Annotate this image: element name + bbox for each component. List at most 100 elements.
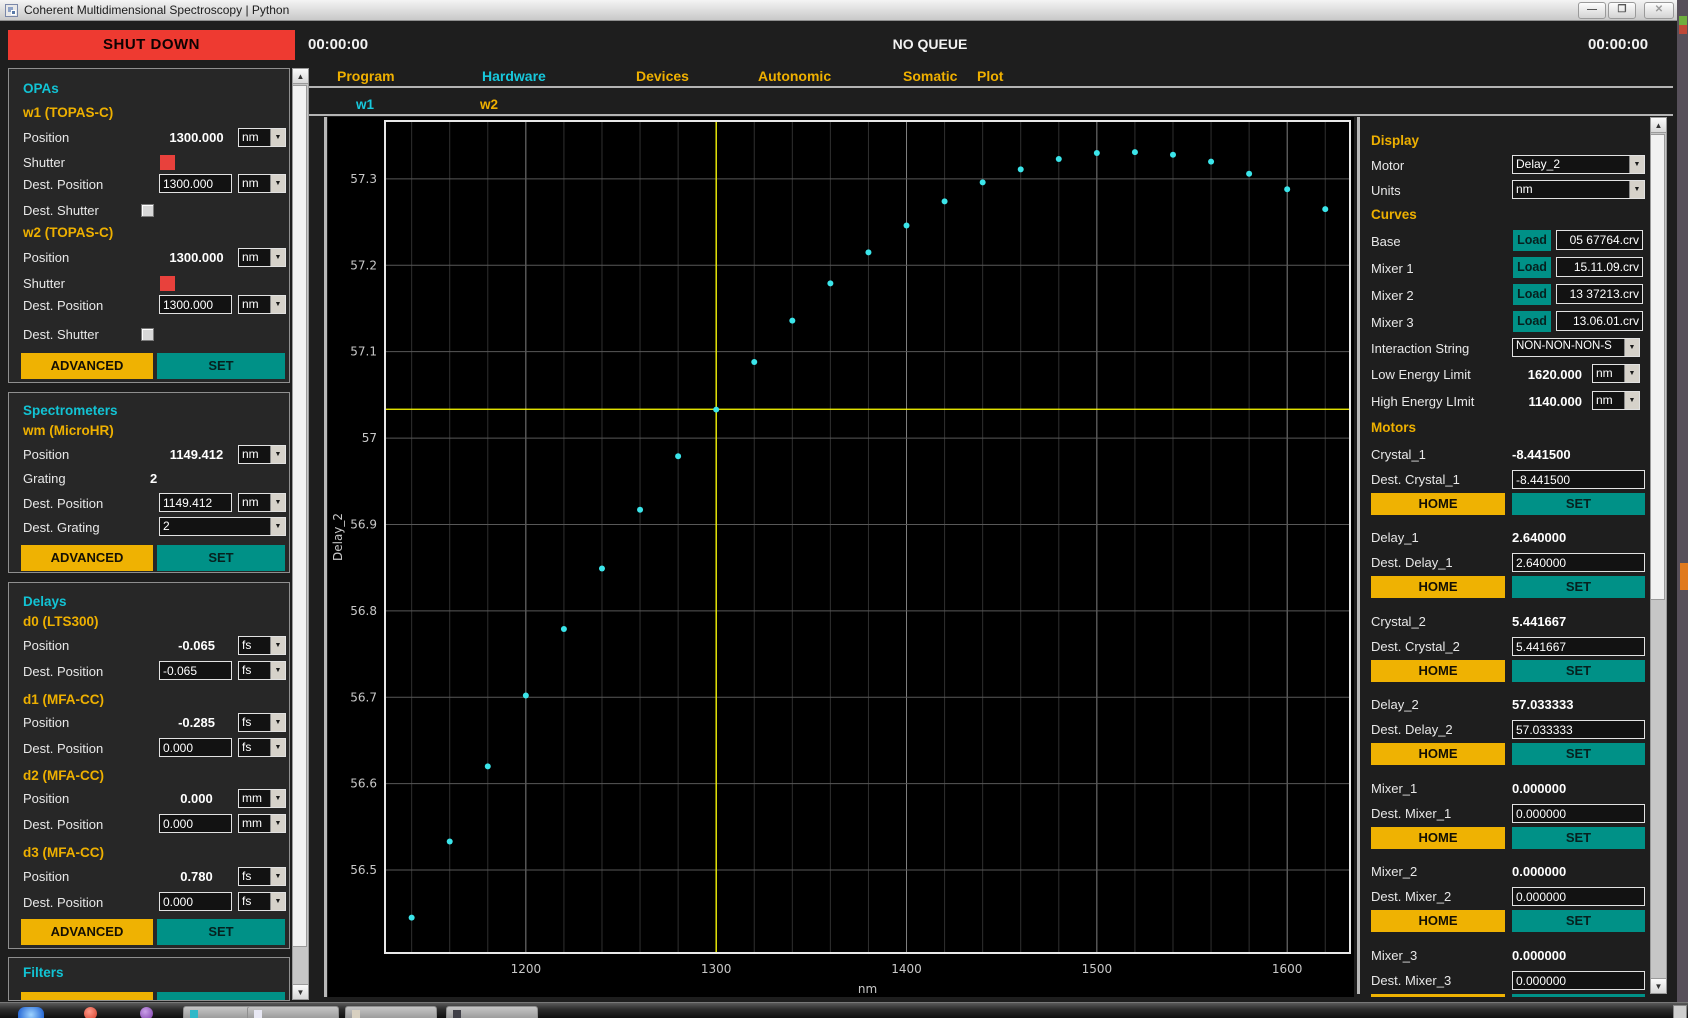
motor-dropdown[interactable]: Delay_2 ▼ xyxy=(1512,155,1645,174)
set-button[interactable]: SET xyxy=(1512,743,1645,765)
position-unit-dropdown[interactable]: fs ▼ xyxy=(238,867,286,886)
home-button[interactable]: HOME xyxy=(1371,743,1505,765)
tab-somatic[interactable]: Somatic xyxy=(903,68,957,84)
interaction-string-dropdown[interactable]: NON-NON-NON-S ▼ xyxy=(1512,338,1640,357)
subtab-w1[interactable]: w1 xyxy=(356,97,374,112)
dest-unit-dropdown[interactable]: nm ▼ xyxy=(238,295,286,314)
left-scrollbar-thumb[interactable] xyxy=(292,85,307,947)
home-button[interactable]: HOME xyxy=(1371,493,1505,515)
tab-program[interactable]: Program xyxy=(337,68,395,84)
data-point xyxy=(447,839,453,845)
advanced-button[interactable]: ADVANCED xyxy=(21,545,153,571)
home-button[interactable] xyxy=(1371,994,1505,997)
set-button[interactable]: SET xyxy=(1512,493,1645,515)
x-axis-label: nm xyxy=(858,982,877,996)
dest-position-input[interactable] xyxy=(159,738,232,757)
load-button[interactable]: Load xyxy=(1513,284,1551,305)
home-button[interactable]: HOME xyxy=(1371,660,1505,682)
plot-canvas[interactable]: 1200130014001500160056.556.656.756.856.9… xyxy=(328,117,1354,997)
shutter-indicator[interactable] xyxy=(160,276,175,291)
curve-file-mixer2[interactable]: 13 37213.crv xyxy=(1556,284,1643,304)
position-unit-dropdown[interactable]: nm ▼ xyxy=(238,445,286,464)
set-button[interactable] xyxy=(1512,994,1645,997)
advanced-button[interactable]: ADVANCED xyxy=(21,353,153,379)
load-button[interactable]: Load xyxy=(1513,311,1551,332)
dest-position-input[interactable] xyxy=(159,892,232,911)
set-button[interactable] xyxy=(157,992,285,1001)
high-energy-unit-dropdown[interactable]: nm ▼ xyxy=(1592,391,1640,410)
motor-dest-input[interactable] xyxy=(1512,470,1645,489)
set-button[interactable]: SET xyxy=(157,545,285,571)
position-unit-dropdown[interactable]: nm ▼ xyxy=(238,248,286,267)
low-energy-unit-dropdown[interactable]: nm ▼ xyxy=(1592,364,1640,383)
shutter-indicator[interactable] xyxy=(160,155,175,170)
dest-position-input[interactable] xyxy=(159,295,232,314)
load-button[interactable]: Load xyxy=(1513,257,1551,278)
dest-shutter-checkbox[interactable] xyxy=(141,204,154,217)
set-button[interactable]: SET xyxy=(1512,660,1645,682)
advanced-button[interactable]: ADVANCED xyxy=(21,919,153,945)
motor-value: Delay_2 xyxy=(1513,156,1629,173)
taskbar-app-red-icon[interactable] xyxy=(84,1007,97,1018)
close-button-icon[interactable]: ✕ xyxy=(1644,2,1674,19)
load-button[interactable]: Load xyxy=(1513,230,1551,251)
taskbar-app-purple-icon[interactable] xyxy=(140,1007,153,1018)
show-desktop-button[interactable] xyxy=(1673,1005,1687,1018)
set-button[interactable]: SET xyxy=(1512,576,1645,598)
dest-unit-dropdown[interactable]: fs ▼ xyxy=(238,892,286,911)
units-dropdown[interactable]: nm ▼ xyxy=(1512,180,1645,199)
shutdown-button[interactable]: SHUT DOWN xyxy=(8,30,295,60)
set-button[interactable]: SET xyxy=(1512,827,1645,849)
taskbar-window-button[interactable] xyxy=(345,1006,437,1018)
tab-hardware[interactable]: Hardware xyxy=(482,68,546,84)
scroll-down-icon[interactable]: ▼ xyxy=(1650,978,1667,994)
restore-button-icon[interactable]: ❐ xyxy=(1608,2,1636,19)
home-button[interactable]: HOME xyxy=(1371,827,1505,849)
set-button[interactable]: SET xyxy=(157,919,285,945)
motor-dest-input[interactable] xyxy=(1512,971,1645,990)
taskbar[interactable] xyxy=(0,1002,1688,1018)
titlebar[interactable]: Coherent Multidimensional Spectroscopy |… xyxy=(0,0,1677,21)
scroll-up-icon[interactable]: ▲ xyxy=(292,68,309,84)
motor-dest-input[interactable] xyxy=(1512,553,1645,572)
taskbar-window-button[interactable] xyxy=(247,1006,339,1018)
dest-unit-dropdown[interactable]: nm ▼ xyxy=(238,174,286,193)
motor-dest-input[interactable] xyxy=(1512,720,1645,739)
tab-devices[interactable]: Devices xyxy=(636,68,689,84)
subtab-w2[interactable]: w2 xyxy=(480,97,498,112)
dest-unit-dropdown[interactable]: nm ▼ xyxy=(238,493,286,512)
right-scrollbar-thumb[interactable] xyxy=(1650,134,1665,600)
dest-position-input[interactable] xyxy=(159,661,232,680)
start-button-icon[interactable] xyxy=(18,1007,44,1018)
dest-position-input[interactable] xyxy=(159,493,232,512)
motor-dest-input[interactable] xyxy=(1512,637,1645,656)
scroll-up-icon[interactable]: ▲ xyxy=(1650,117,1667,133)
curve-file-mixer1[interactable]: 15.11.09.crv xyxy=(1556,257,1643,277)
home-button[interactable]: HOME xyxy=(1371,576,1505,598)
y-tick-label: 56.9 xyxy=(350,517,377,531)
position-unit-dropdown[interactable]: nm ▼ xyxy=(238,128,286,147)
position-unit-dropdown[interactable]: fs ▼ xyxy=(238,636,286,655)
dest-position-input[interactable] xyxy=(159,174,232,193)
motor-dest-input[interactable] xyxy=(1512,804,1645,823)
taskbar-window-button[interactable] xyxy=(446,1006,538,1018)
dest-shutter-checkbox[interactable] xyxy=(141,328,154,341)
curve-file-mixer3[interactable]: 13.06.01.crv xyxy=(1556,311,1643,331)
position-unit-dropdown[interactable]: fs ▼ xyxy=(238,713,286,732)
dest-position-input[interactable] xyxy=(159,814,232,833)
position-unit-dropdown[interactable]: mm ▼ xyxy=(238,789,286,808)
tab-autonomic[interactable]: Autonomic xyxy=(758,68,831,84)
curve-file-base[interactable]: 05 67764.crv xyxy=(1556,230,1643,250)
motor-dest-input[interactable] xyxy=(1512,887,1645,906)
dest-unit-dropdown[interactable]: fs ▼ xyxy=(238,738,286,757)
home-button[interactable]: HOME xyxy=(1371,910,1505,932)
scroll-down-icon[interactable]: ▼ xyxy=(292,984,309,1000)
dest-grating-dropdown[interactable]: 2 ▼ xyxy=(159,517,286,536)
dest-unit-dropdown[interactable]: mm ▼ xyxy=(238,814,286,833)
minimize-button-icon[interactable]: — xyxy=(1578,2,1606,19)
advanced-button[interactable] xyxy=(21,992,153,1001)
set-button[interactable]: SET xyxy=(157,353,285,379)
dest-unit-dropdown[interactable]: fs ▼ xyxy=(238,661,286,680)
set-button[interactable]: SET xyxy=(1512,910,1645,932)
tab-plot[interactable]: Plot xyxy=(977,68,1003,84)
